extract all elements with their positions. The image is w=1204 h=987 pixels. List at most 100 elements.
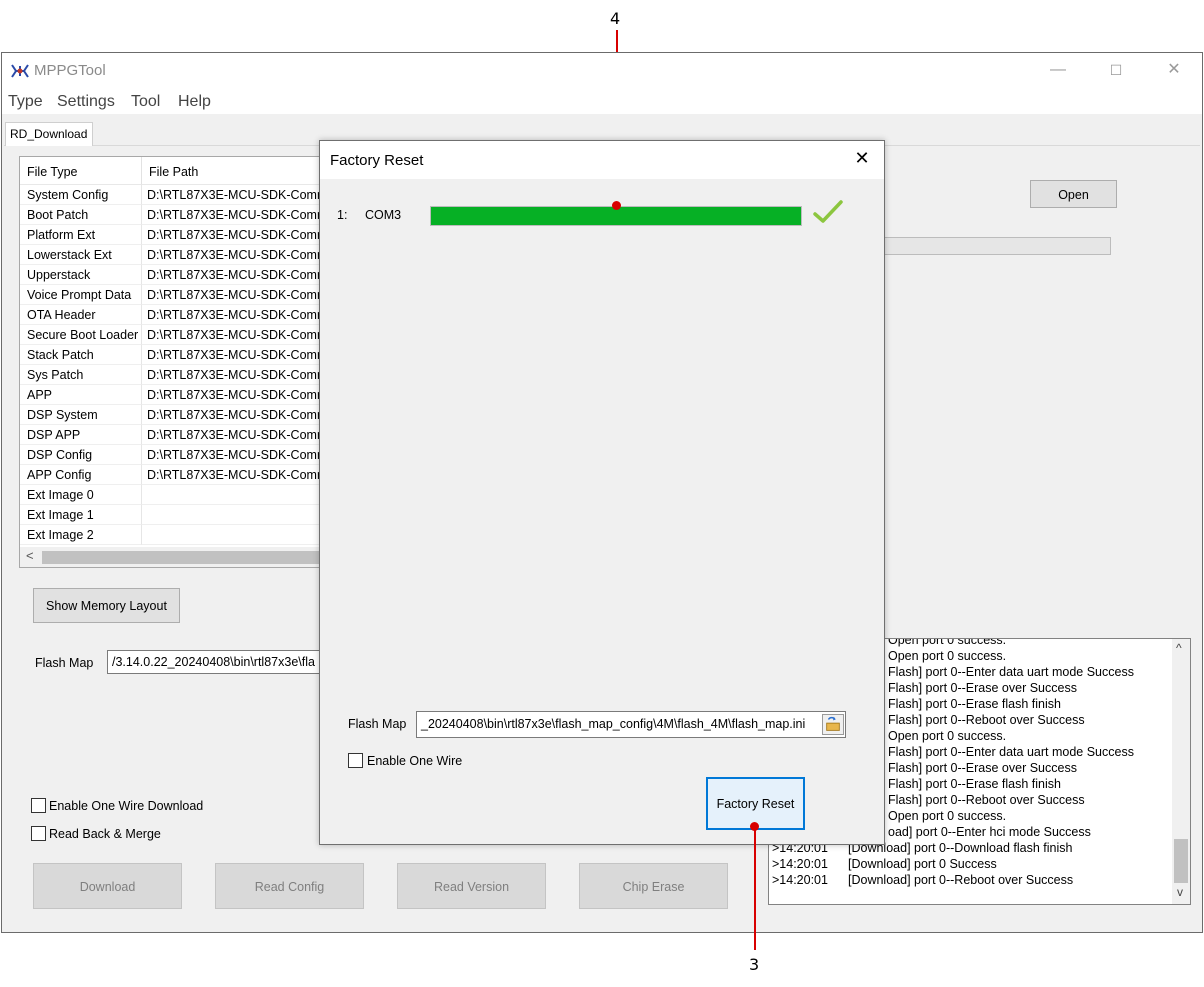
table-row[interactable]: Lowerstack Ext D:\RTL87X3E-MCU-SDK-Comm [20,245,338,265]
file-path-cell[interactable]: D:\RTL87X3E-MCU-SDK-Comm [142,365,338,385]
annotation-number-4: 4 [610,9,621,28]
menu-tool[interactable]: Tool [131,93,160,111]
log-text: Flash] port 0--Erase over Success [888,761,1077,775]
log-vertical-scrollbar[interactable]: ^ v [1172,639,1190,904]
log-text: Flash] port 0--Erase flash finish [888,697,1061,711]
file-path-cell[interactable]: D:\RTL87X3E-MCU-SDK-Comm [142,345,338,365]
table-row[interactable]: APP Config D:\RTL87X3E-MCU-SDK-Comm [20,465,338,485]
file-type-cell: Stack Patch [20,345,142,365]
port-name: COM3 [365,208,402,222]
annotation-dot-4 [612,201,621,210]
dialog-title-bar: Factory Reset ✕ [320,141,884,179]
table-row[interactable]: Boot Patch D:\RTL87X3E-MCU-SDK-Comm [20,205,338,225]
log-text: Open port 0 success. [888,809,1007,823]
log-text: [Download] port 0 Success [848,857,997,871]
table-row[interactable]: Ext Image 2 [20,525,338,545]
download-button[interactable]: Download [33,863,182,909]
file-path-cell[interactable]: D:\RTL87X3E-MCU-SDK-Comm [142,205,338,225]
horizontal-scrollbar[interactable]: < [20,547,338,567]
file-path-cell[interactable] [142,525,338,545]
file-type-cell: Lowerstack Ext [20,245,142,265]
table-row[interactable]: Platform Ext D:\RTL87X3E-MCU-SDK-Comm [20,225,338,245]
log-text: Flash] port 0--Reboot over Success [888,793,1085,807]
file-type-cell: Boot Patch [20,205,142,225]
table-row[interactable]: DSP APP D:\RTL87X3E-MCU-SDK-Comm [20,425,338,445]
flash-map-field[interactable]: /3.14.0.22_20240408\bin\rtl87x3e\fla [107,650,322,674]
read-back-merge-checkbox[interactable] [31,826,46,841]
log-text: Flash] port 0--Reboot over Success [888,713,1085,727]
file-path-cell[interactable]: D:\RTL87X3E-MCU-SDK-Comm [142,225,338,245]
file-path-cell[interactable]: D:\RTL87X3E-MCU-SDK-Comm [142,305,338,325]
log-text: [Download] port 0--Reboot over Success [848,873,1074,887]
open-button[interactable]: Open [1030,180,1117,208]
file-path-cell[interactable]: D:\RTL87X3E-MCU-SDK-Comm [142,465,338,485]
browse-folder-button[interactable] [822,714,844,735]
scroll-left-arrow[interactable]: < [26,548,34,563]
table-row[interactable]: System Config D:\RTL87X3E-MCU-SDK-Comm [20,185,338,205]
dialog-title: Factory Reset [330,152,424,169]
file-type-cell: Upperstack [20,265,142,285]
header-file-type: File Type [20,157,142,185]
minimize-button[interactable]: — [1046,59,1070,81]
file-path-cell[interactable] [142,505,338,525]
table-row[interactable]: DSP System D:\RTL87X3E-MCU-SDK-Comm [20,405,338,425]
log-text: Open port 0 success. [888,729,1007,743]
table-row[interactable]: Upperstack D:\RTL87X3E-MCU-SDK-Comm [20,265,338,285]
file-type-cell: System Config [20,185,142,205]
close-button[interactable]: ✕ [1162,59,1186,81]
file-type-cell: APP Config [20,465,142,485]
flash-map-label: Flash Map [35,656,94,670]
enable-one-wire-checkbox[interactable] [348,753,363,768]
file-path-cell[interactable]: D:\RTL87X3E-MCU-SDK-Comm [142,285,338,305]
file-type-cell: DSP APP [20,425,142,445]
table-row[interactable]: Ext Image 1 [20,505,338,525]
dialog-flash-map-field[interactable]: _20240408\bin\rtl87x3e\flash_map_config\… [416,711,846,738]
file-type-cell: DSP Config [20,445,142,465]
annotation-number-3: 3 [749,955,760,974]
log-text: Open port 0 success. [888,638,1007,647]
file-path-cell[interactable]: D:\RTL87X3E-MCU-SDK-Comm [142,185,338,205]
log-scroll-thumb[interactable] [1174,839,1188,883]
log-time: >14:20:01 [772,873,828,887]
file-path-cell[interactable] [142,485,338,505]
table-row[interactable]: Sys Patch D:\RTL87X3E-MCU-SDK-Comm [20,365,338,385]
file-path-cell[interactable]: D:\RTL87X3E-MCU-SDK-Comm [142,385,338,405]
read-config-button[interactable]: Read Config [215,863,364,909]
file-type-cell: APP [20,385,142,405]
tab-rd-download[interactable]: RD_Download [5,122,94,146]
scroll-thumb[interactable] [42,551,338,564]
file-path-cell[interactable]: D:\RTL87X3E-MCU-SDK-Comm [142,425,338,445]
table-row[interactable]: DSP Config D:\RTL87X3E-MCU-SDK-Comm [20,445,338,465]
table-row[interactable]: Stack Patch D:\RTL87X3E-MCU-SDK-Comm [20,345,338,365]
file-path-cell[interactable]: D:\RTL87X3E-MCU-SDK-Comm [142,325,338,345]
app-logo-icon [11,64,29,78]
table-row[interactable]: Secure Boot Loader D:\RTL87X3E-MCU-SDK-Co… [20,325,338,345]
scroll-down-arrow[interactable]: v [1177,885,1183,899]
header-file-path: File Path [142,157,338,185]
table-row[interactable]: OTA Header D:\RTL87X3E-MCU-SDK-Comm [20,305,338,325]
chip-erase-button[interactable]: Chip Erase [579,863,728,909]
file-path-cell[interactable]: D:\RTL87X3E-MCU-SDK-Comm [142,265,338,285]
folder-refresh-icon [826,716,840,731]
file-type-cell: DSP System [20,405,142,425]
annotation-line-3 [754,826,756,950]
menu-settings[interactable]: Settings [57,93,115,111]
enable-one-wire-download-checkbox[interactable] [31,798,46,813]
show-memory-layout-button[interactable]: Show Memory Layout [33,588,180,623]
file-type-cell: Voice Prompt Data [20,285,142,305]
menu-help[interactable]: Help [178,93,211,111]
table-row[interactable]: Ext Image 0 [20,485,338,505]
scroll-up-arrow[interactable]: ^ [1176,641,1182,655]
file-type-cell: Ext Image 2 [20,525,142,545]
file-path-cell[interactable]: D:\RTL87X3E-MCU-SDK-Comm [142,405,338,425]
file-path-cell[interactable]: D:\RTL87X3E-MCU-SDK-Comm [142,445,338,465]
file-type-cell: OTA Header [20,305,142,325]
log-text: Flash] port 0--Enter data uart mode Succ… [888,745,1134,759]
dialog-close-button[interactable]: ✕ [850,148,874,170]
file-path-cell[interactable]: D:\RTL87X3E-MCU-SDK-Comm [142,245,338,265]
maximize-button[interactable]: ☐ [1104,59,1128,81]
table-row[interactable]: Voice Prompt Data D:\RTL87X3E-MCU-SDK-Com… [20,285,338,305]
read-version-button[interactable]: Read Version [397,863,546,909]
table-row[interactable]: APP D:\RTL87X3E-MCU-SDK-Comm [20,385,338,405]
menu-type[interactable]: Type [8,93,43,111]
